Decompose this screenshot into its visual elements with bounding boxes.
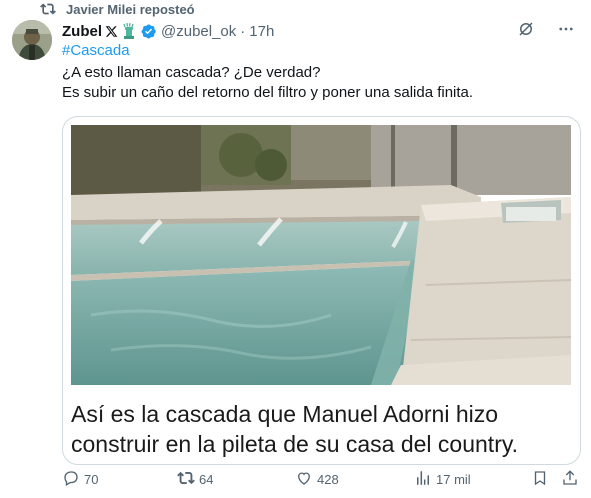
timestamp[interactable]: 17h <box>249 23 274 40</box>
repost-count: 64 <box>199 471 214 487</box>
verified-badge-icon[interactable] <box>140 23 157 40</box>
share-button[interactable] <box>561 469 579 490</box>
reply-icon <box>62 469 80 490</box>
bookmark-button[interactable] <box>531 469 549 490</box>
reply-button[interactable]: 70 <box>62 469 98 490</box>
tweet-header: Zubel @zubel_ok · 17h <box>62 21 575 41</box>
views-chart-icon <box>414 469 432 490</box>
tweet-text-line: Es subir un caño del retorno del filtro … <box>62 84 474 101</box>
like-button[interactable]: 428 <box>295 469 339 490</box>
grok-icon[interactable] <box>517 20 535 42</box>
repost-icon <box>40 1 56 17</box>
repost-text: Javier Milei reposteó <box>66 1 195 17</box>
hashtag-link[interactable]: #Cascada <box>62 42 130 59</box>
author-handle[interactable]: @zubel_ok <box>161 23 236 40</box>
pool-cascade-image[interactable] <box>71 125 571 385</box>
caption-line: construir en la pileta de su casa del co… <box>71 431 519 457</box>
tweet-text-line: ¿A esto llaman cascada? ¿De verdad? <box>62 64 321 81</box>
repost-action-icon <box>177 469 195 490</box>
reply-count: 70 <box>84 471 99 487</box>
repost-banner[interactable]: Javier Milei reposteó <box>40 0 195 18</box>
action-bar: 70 64 428 17 mil <box>62 468 579 490</box>
views-button[interactable]: 17 mil <box>414 469 471 490</box>
tweet-text: ¿A esto llaman cascada? ¿De verdad? Es s… <box>62 63 582 103</box>
caption-line: Así es la cascada que Manuel Adorni hizo <box>71 401 499 427</box>
media-caption: Así es la cascada que Manuel Adorni hizo… <box>71 399 571 459</box>
media-card[interactable]: Así es la cascada que Manuel Adorni hizo… <box>62 116 581 465</box>
author-name[interactable]: Zubel <box>62 23 102 40</box>
x-logo-icon <box>105 25 118 38</box>
repost-button[interactable]: 64 <box>177 469 213 490</box>
bookmark-icon <box>531 469 549 490</box>
avatar[interactable] <box>12 20 52 60</box>
share-icon <box>561 469 579 490</box>
views-count: 17 mil <box>436 471 471 487</box>
like-count: 428 <box>317 471 339 487</box>
statue-of-liberty-icon <box>121 23 137 39</box>
more-options-icon[interactable] <box>557 20 575 42</box>
heart-icon <box>295 469 313 490</box>
separator-dot: · <box>240 22 246 40</box>
